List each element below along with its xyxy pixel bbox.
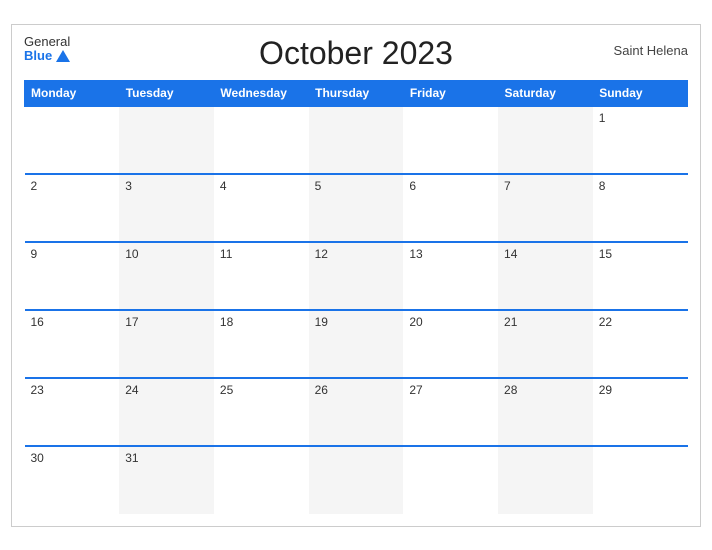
calendar-day-cell: 27 bbox=[403, 378, 498, 446]
calendar-day-cell bbox=[498, 106, 593, 174]
calendar-day-cell bbox=[214, 446, 309, 514]
calendar-week-row: 16 17 18 19 20 21 22 bbox=[25, 310, 688, 378]
calendar-day-cell: 16 bbox=[25, 310, 120, 378]
day-number: 9 bbox=[31, 247, 38, 261]
day-number: 21 bbox=[504, 315, 517, 329]
calendar-container: General Blue October 2023 Saint Helena M… bbox=[11, 24, 701, 527]
calendar-day-cell: 29 bbox=[593, 378, 688, 446]
day-number: 18 bbox=[220, 315, 233, 329]
header-saturday: Saturday bbox=[498, 80, 593, 106]
day-number: 13 bbox=[409, 247, 422, 261]
calendar-day-cell bbox=[309, 446, 404, 514]
calendar-day-cell: 9 bbox=[25, 242, 120, 310]
calendar-day-cell: 1 bbox=[593, 106, 688, 174]
calendar-day-cell: 24 bbox=[119, 378, 214, 446]
header-tuesday: Tuesday bbox=[119, 80, 214, 106]
header-wednesday: Wednesday bbox=[214, 80, 309, 106]
calendar-day-cell: 7 bbox=[498, 174, 593, 242]
calendar-day-cell: 31 bbox=[119, 446, 214, 514]
calendar-day-cell bbox=[309, 106, 404, 174]
day-number: 30 bbox=[31, 451, 44, 465]
calendar-day-cell: 20 bbox=[403, 310, 498, 378]
calendar-day-cell: 15 bbox=[593, 242, 688, 310]
calendar-day-cell bbox=[119, 106, 214, 174]
calendar-day-cell: 23 bbox=[25, 378, 120, 446]
calendar-day-cell: 3 bbox=[119, 174, 214, 242]
calendar-day-cell: 4 bbox=[214, 174, 309, 242]
day-number: 25 bbox=[220, 383, 233, 397]
day-number: 2 bbox=[31, 179, 38, 193]
calendar-day-cell: 18 bbox=[214, 310, 309, 378]
calendar-grid: Monday Tuesday Wednesday Thursday Friday… bbox=[24, 80, 688, 514]
logo-general-text: General bbox=[24, 35, 70, 49]
calendar-week-row: 1 bbox=[25, 106, 688, 174]
calendar-day-cell: 8 bbox=[593, 174, 688, 242]
calendar-day-cell: 14 bbox=[498, 242, 593, 310]
calendar-header: General Blue October 2023 Saint Helena bbox=[24, 35, 688, 72]
weekday-header-row: Monday Tuesday Wednesday Thursday Friday… bbox=[25, 80, 688, 106]
day-number: 3 bbox=[125, 179, 132, 193]
day-number: 22 bbox=[599, 315, 612, 329]
day-number: 24 bbox=[125, 383, 138, 397]
calendar-day-cell: 5 bbox=[309, 174, 404, 242]
calendar-day-cell: 21 bbox=[498, 310, 593, 378]
calendar-day-cell: 6 bbox=[403, 174, 498, 242]
calendar-day-cell: 2 bbox=[25, 174, 120, 242]
day-number: 16 bbox=[31, 315, 44, 329]
calendar-day-cell: 19 bbox=[309, 310, 404, 378]
day-number: 20 bbox=[409, 315, 422, 329]
day-number: 5 bbox=[315, 179, 322, 193]
day-number: 17 bbox=[125, 315, 138, 329]
day-number: 11 bbox=[220, 247, 232, 261]
day-number: 7 bbox=[504, 179, 511, 193]
calendar-thead: Monday Tuesday Wednesday Thursday Friday… bbox=[25, 80, 688, 106]
day-number: 12 bbox=[315, 247, 328, 261]
calendar-day-cell bbox=[593, 446, 688, 514]
calendar-body: 1234567891011121314151617181920212223242… bbox=[25, 106, 688, 514]
day-number: 8 bbox=[599, 179, 606, 193]
calendar-day-cell: 26 bbox=[309, 378, 404, 446]
day-number: 31 bbox=[125, 451, 138, 465]
calendar-day-cell: 11 bbox=[214, 242, 309, 310]
calendar-day-cell: 30 bbox=[25, 446, 120, 514]
calendar-day-cell: 22 bbox=[593, 310, 688, 378]
day-number: 10 bbox=[125, 247, 138, 261]
header-sunday: Sunday bbox=[593, 80, 688, 106]
logo: General Blue bbox=[24, 35, 70, 64]
header-friday: Friday bbox=[403, 80, 498, 106]
calendar-day-cell bbox=[214, 106, 309, 174]
calendar-day-cell bbox=[498, 446, 593, 514]
day-number: 1 bbox=[599, 111, 606, 125]
calendar-week-row: 9 10 11 12 13 14 15 bbox=[25, 242, 688, 310]
calendar-day-cell: 13 bbox=[403, 242, 498, 310]
calendar-day-cell: 12 bbox=[309, 242, 404, 310]
calendar-title: October 2023 bbox=[259, 35, 453, 72]
calendar-week-row: 2 3 4 5 6 7 8 bbox=[25, 174, 688, 242]
day-number: 26 bbox=[315, 383, 328, 397]
calendar-day-cell bbox=[25, 106, 120, 174]
calendar-day-cell: 10 bbox=[119, 242, 214, 310]
calendar-day-cell bbox=[403, 446, 498, 514]
day-number: 29 bbox=[599, 383, 612, 397]
calendar-day-cell: 17 bbox=[119, 310, 214, 378]
day-number: 27 bbox=[409, 383, 422, 397]
header-monday: Monday bbox=[25, 80, 120, 106]
day-number: 4 bbox=[220, 179, 227, 193]
logo-triangle-icon bbox=[56, 50, 70, 62]
day-number: 23 bbox=[31, 383, 44, 397]
day-number: 19 bbox=[315, 315, 328, 329]
region-label: Saint Helena bbox=[614, 43, 688, 58]
logo-blue-text: Blue bbox=[24, 49, 70, 63]
calendar-week-row: 30 31 bbox=[25, 446, 688, 514]
calendar-day-cell bbox=[403, 106, 498, 174]
calendar-week-row: 23 24 25 26 27 28 29 bbox=[25, 378, 688, 446]
calendar-day-cell: 28 bbox=[498, 378, 593, 446]
day-number: 6 bbox=[409, 179, 416, 193]
day-number: 28 bbox=[504, 383, 517, 397]
day-number: 15 bbox=[599, 247, 612, 261]
calendar-day-cell: 25 bbox=[214, 378, 309, 446]
header-thursday: Thursday bbox=[309, 80, 404, 106]
day-number: 14 bbox=[504, 247, 517, 261]
